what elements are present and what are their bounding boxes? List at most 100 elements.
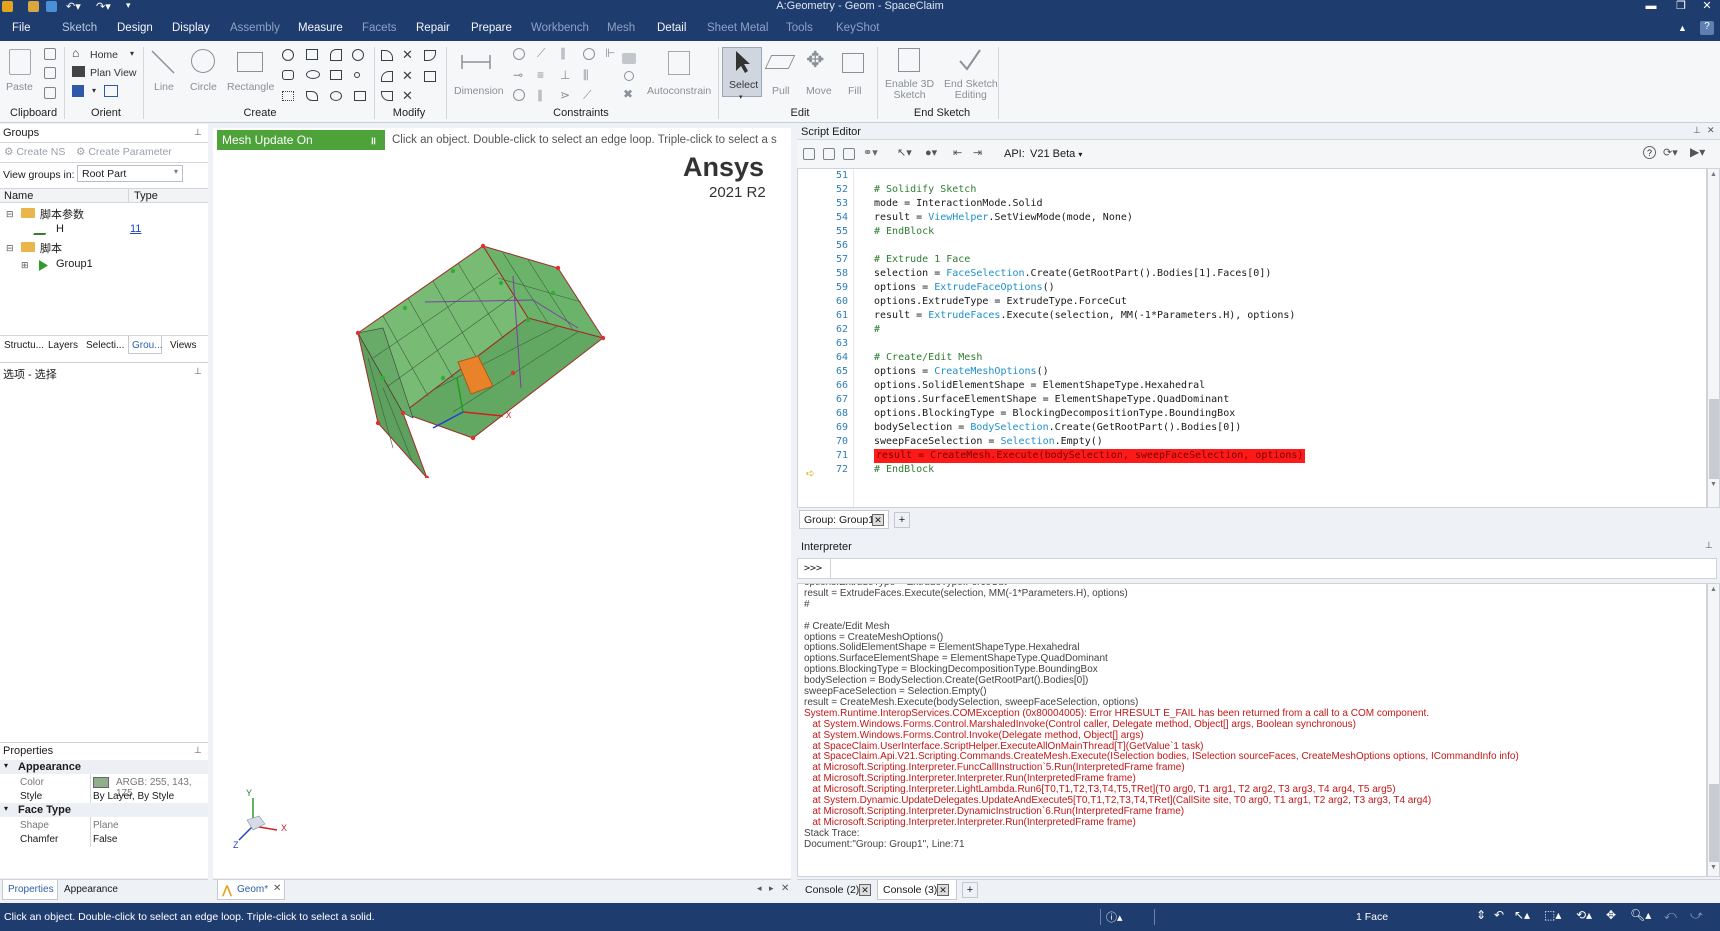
- collinear-icon[interactable]: ⟋: [583, 88, 591, 103]
- offset-icon[interactable]: [424, 50, 436, 61]
- bend-icon[interactable]: [424, 71, 436, 82]
- col-name-header[interactable]: Name: [4, 190, 33, 202]
- tree-expand-icon[interactable]: ⊟: [6, 243, 14, 254]
- move-button[interactable]: Move: [806, 85, 832, 97]
- tab-sheet-metal[interactable]: Sheet Metal: [707, 22, 768, 34]
- delete-constraint-icon[interactable]: [624, 71, 634, 81]
- tab-scroll-right-icon[interactable]: ▸: [769, 883, 774, 894]
- symmetric-icon[interactable]: ⫼: [583, 68, 589, 83]
- console-tab-3[interactable]: Console (3): [883, 884, 937, 896]
- code-line[interactable]: options.SolidElementShape = ElementShape…: [874, 379, 1205, 393]
- spin-icon[interactable]: ⟲▴: [1576, 908, 1592, 922]
- pull-icon[interactable]: [764, 55, 796, 69]
- vertical-icon[interactable]: ≡: [537, 68, 544, 82]
- code-line[interactable]: bodySelection = BodySelection.Create(Get…: [874, 421, 1241, 435]
- interpreter-scrollbar[interactable]: ▲ ▼: [1707, 583, 1720, 877]
- split-curve-icon[interactable]: ✕: [402, 68, 413, 84]
- console-tab-2-close-icon[interactable]: ✕: [859, 884, 871, 896]
- group-tab-close-icon[interactable]: ✕: [872, 514, 884, 526]
- ellipse-icon[interactable]: [306, 70, 320, 79]
- tab-sketch[interactable]: Sketch: [62, 22, 97, 34]
- help-icon[interactable]: ?: [1700, 21, 1714, 35]
- code-editor[interactable]: ➪ 51 52 # Solidify Sketch 53 mode = Interact…: [797, 168, 1707, 508]
- pin-icon[interactable]: ⊥: [1705, 540, 1713, 551]
- code-line[interactable]: selection = FaceSelection.Create(GetRoot…: [874, 267, 1271, 281]
- scroll-thumb[interactable]: [1709, 784, 1719, 862]
- prop-chamfer-value[interactable]: False: [93, 834, 117, 845]
- console-tab-2[interactable]: Console (2): [805, 884, 859, 896]
- code-scrollbar[interactable]: ▲ ▼: [1707, 168, 1720, 508]
- autoconstrain-icon[interactable]: [668, 51, 690, 75]
- project-icon[interactable]: [381, 71, 393, 82]
- pin-icon[interactable]: ⊥: [194, 366, 202, 377]
- tree-item-group1[interactable]: Group1: [56, 258, 93, 270]
- tab-measure[interactable]: Measure: [298, 22, 343, 34]
- tab-selection[interactable]: Selecti...: [86, 340, 124, 351]
- horizontal-icon[interactable]: ⊸: [513, 68, 523, 82]
- perpendicular-icon[interactable]: ⊥: [560, 68, 570, 82]
- tab-tools[interactable]: Tools: [786, 22, 813, 34]
- help-icon[interactable]: ?: [1643, 146, 1656, 159]
- tab-close-all-icon[interactable]: ✕: [781, 883, 789, 894]
- paste-icon[interactable]: [9, 49, 31, 75]
- fix-icon[interactable]: ⟋: [537, 46, 545, 61]
- spline-icon[interactable]: [282, 70, 294, 80]
- scroll-thumb[interactable]: [1709, 399, 1719, 479]
- pull-button[interactable]: Pull: [772, 85, 790, 97]
- paste-button[interactable]: Paste: [6, 81, 33, 93]
- code-line[interactable]: # Extrude 1 Face: [874, 253, 970, 267]
- select-dropdown-icon[interactable]: ▾: [739, 93, 743, 101]
- code-line[interactable]: # EndBlock: [874, 225, 934, 239]
- pin-icon[interactable]: ⊥: [1693, 125, 1701, 136]
- save-as-icon[interactable]: [843, 148, 855, 160]
- tangent-icon[interactable]: [513, 89, 525, 101]
- code-line[interactable]: options.SurfaceElementShape = ElementSha…: [874, 393, 1229, 407]
- code-line[interactable]: # Create/Edit Mesh: [874, 351, 982, 365]
- equal-icon[interactable]: [583, 48, 595, 60]
- face-curve-icon[interactable]: [330, 70, 342, 80]
- show-constraints-icon[interactable]: [622, 53, 636, 64]
- home-button[interactable]: Home: [90, 49, 118, 61]
- interpreter-input[interactable]: [830, 558, 1717, 579]
- polygon-icon[interactable]: [282, 49, 294, 61]
- save-script-icon[interactable]: [823, 148, 835, 160]
- record-icon[interactable]: ●▾: [925, 146, 937, 159]
- tree-expand-icon[interactable]: ⊞: [21, 260, 29, 271]
- rectangle-icon[interactable]: [237, 52, 263, 72]
- code-line[interactable]: mode = InteractionMode.Solid: [874, 197, 1043, 211]
- zoom-extents-icon[interactable]: [104, 85, 118, 97]
- scroll-down-icon[interactable]: ▼: [1710, 481, 1717, 488]
- tree-item-h-value[interactable]: 11: [130, 223, 141, 235]
- end-sketch-check-icon[interactable]: [957, 47, 983, 73]
- section-face-type[interactable]: ▾ Face Type: [0, 803, 208, 817]
- section-appearance[interactable]: ▾ Appearance: [0, 760, 208, 774]
- line-icon[interactable]: [150, 49, 176, 75]
- tab-design[interactable]: Design: [117, 22, 153, 34]
- pan-icon[interactable]: ✥: [1606, 908, 1616, 922]
- construction-line-icon[interactable]: [282, 91, 294, 101]
- three-point-circle-icon[interactable]: [330, 91, 342, 101]
- add-tab-icon[interactable]: +: [894, 512, 910, 528]
- fill-button[interactable]: Fill: [848, 85, 861, 97]
- create-parameter-button[interactable]: ⚙ Create Parameter: [76, 146, 172, 158]
- scroll-up-icon[interactable]: ▲: [1710, 586, 1717, 593]
- three-point-rect-icon[interactable]: [306, 91, 318, 101]
- close-icon[interactable]: ✕: [1692, 0, 1720, 14]
- code-line[interactable]: result = ViewHelper.SetViewMode(mode, No…: [874, 211, 1133, 225]
- view-groups-in-select[interactable]: Root Part ▾: [77, 165, 183, 182]
- run-options-icon[interactable]: ⟳▾: [1663, 146, 1678, 159]
- record-options-icon[interactable]: ⚭▾: [863, 146, 878, 159]
- axis-triad[interactable]: [231, 790, 291, 850]
- fillet-icon[interactable]: [381, 50, 393, 61]
- previous-view-icon[interactable]: ⤺: [1664, 908, 1677, 923]
- color-swatch[interactable]: [93, 777, 109, 788]
- collapse-ribbon-icon[interactable]: ▲: [1678, 23, 1687, 33]
- circle-button[interactable]: Circle: [190, 81, 217, 93]
- view-cube-icon[interactable]: [72, 85, 84, 97]
- mesh-model[interactable]: [353, 238, 673, 478]
- code-line[interactable]: # Solidify Sketch: [874, 183, 976, 197]
- plan-view-button[interactable]: Plan View: [90, 67, 137, 79]
- move-icon[interactable]: ✥: [806, 47, 824, 73]
- tree-item-script[interactable]: 脚本: [40, 240, 62, 256]
- select-mode-icon[interactable]: ↖▾: [897, 146, 912, 159]
